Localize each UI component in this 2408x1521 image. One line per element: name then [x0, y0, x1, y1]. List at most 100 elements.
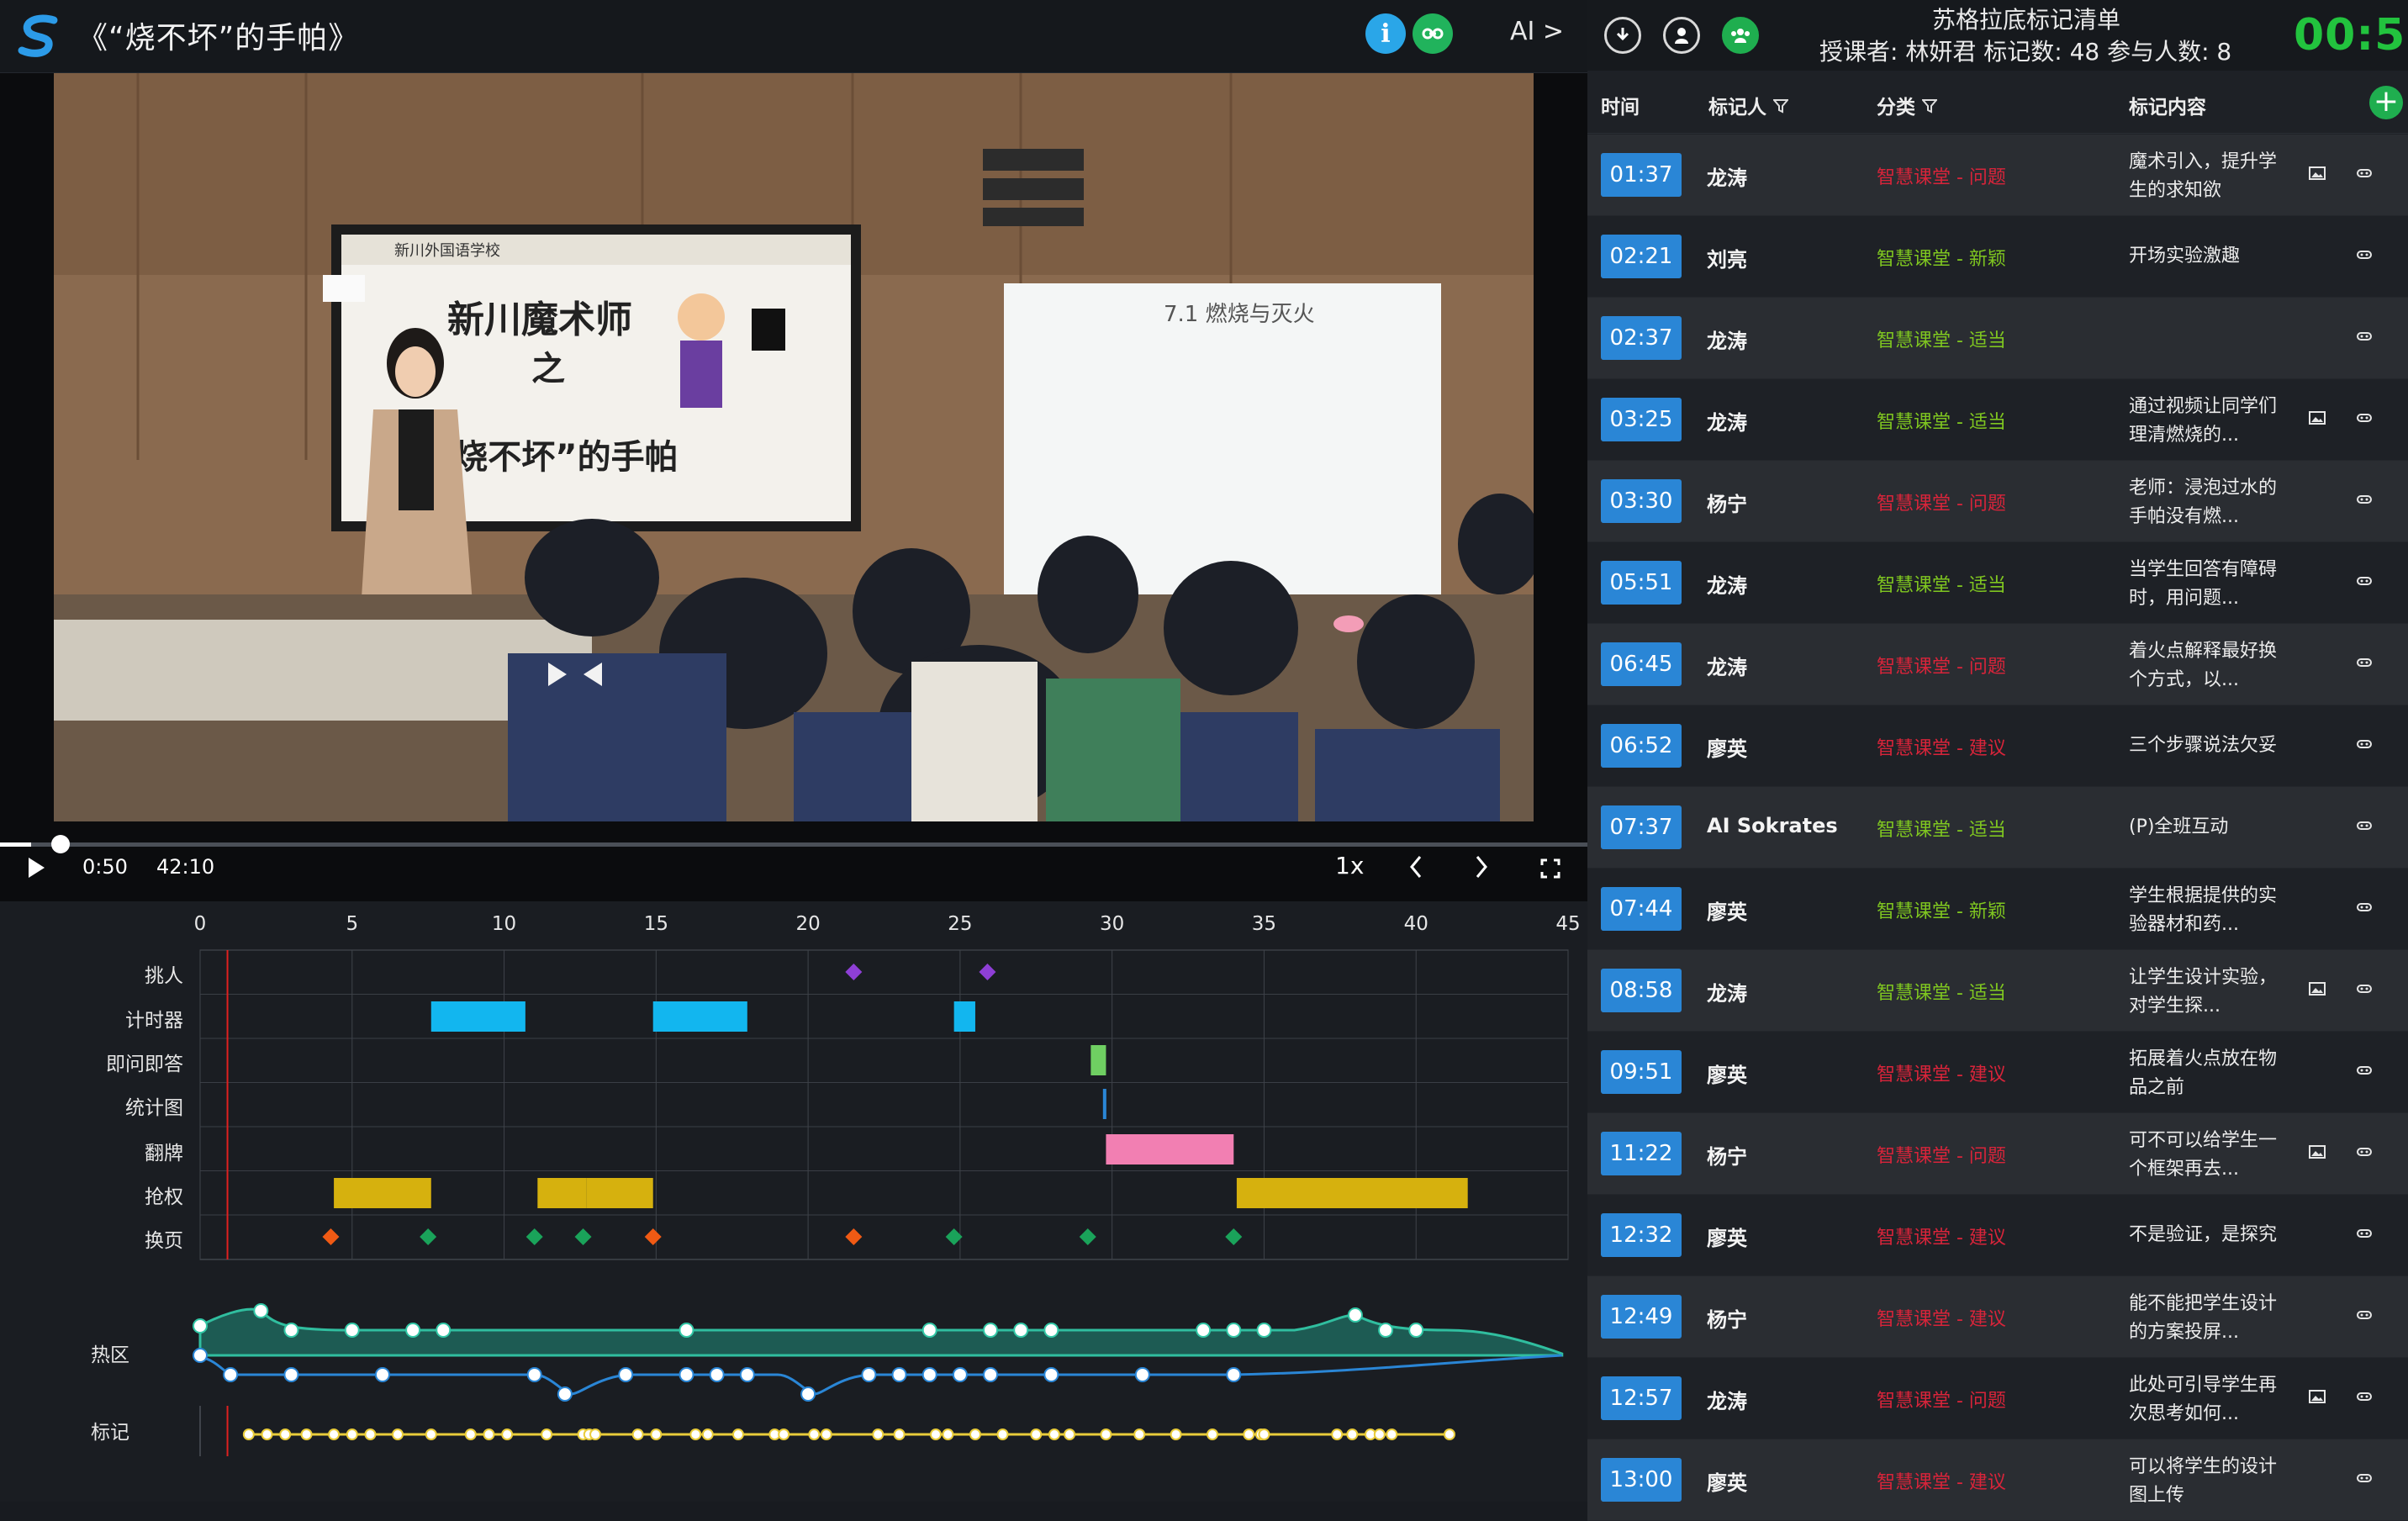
time-badge[interactable]: 11:22	[1601, 1132, 1682, 1175]
image-icon[interactable]	[2309, 1390, 2326, 1403]
time-badge[interactable]: 12:57	[1601, 1376, 1682, 1420]
event-bar	[1090, 1045, 1106, 1075]
time-badge[interactable]: 13:00	[1601, 1458, 1682, 1502]
table-row[interactable]: 03:30 杨宁 智慧课堂 - 问题 老师：浸泡过水的手帕没有燃...	[1587, 461, 2408, 542]
more-icon[interactable]	[2356, 1227, 2373, 1240]
more-icon[interactable]	[2356, 330, 2373, 343]
marker-name: 龙涛	[1707, 411, 1747, 435]
filter-icon[interactable]	[1920, 98, 1939, 114]
category-label: 智慧课堂 - 建议	[1877, 738, 2006, 759]
table-row[interactable]: 05:51 龙涛 智慧课堂 - 适当 当学生回答有障碍时，用问题...	[1587, 542, 2408, 624]
user-button[interactable]	[1663, 17, 1700, 54]
axis-tick-label: 30	[1100, 913, 1124, 935]
col-category[interactable]: 分类	[1877, 91, 1939, 119]
mark-point	[820, 1429, 832, 1440]
timeline-row-label: 计时器	[125, 1010, 183, 1032]
more-icon[interactable]	[2356, 900, 2373, 914]
info-button[interactable]: i	[1365, 13, 1406, 54]
more-icon[interactable]	[2356, 1308, 2373, 1322]
table-row[interactable]: 01:37 龙涛 智慧课堂 - 问题 魔术引入，提升学生的求知欲	[1587, 135, 2408, 216]
more-icon[interactable]	[2356, 656, 2373, 669]
table-row[interactable]: 13:00 廖英 智慧课堂 - 建议 可以将学生的设计图上传	[1587, 1439, 2408, 1521]
video-frame[interactable]: 新川外国语学校 新川魔术师 之 “烧不坏”的手帕 7.1 燃烧与灭火	[54, 73, 1534, 821]
marker-name: 龙涛	[1707, 574, 1747, 598]
more-icon[interactable]	[2356, 493, 2373, 506]
table-row[interactable]: 06:45 龙涛 智慧课堂 - 问题 着火点解释最好换个方式，以...	[1587, 624, 2408, 705]
table-row[interactable]: 03:25 龙涛 智慧课堂 - 适当 通过视频让同学们理清燃烧的...	[1587, 379, 2408, 461]
add-marker-button[interactable]: +	[2369, 86, 2403, 119]
more-icon[interactable]	[2356, 166, 2373, 180]
table-row[interactable]: 07:37 AI Sokrates 智慧课堂 - 适当 (P)全班互动	[1587, 787, 2408, 869]
more-icon[interactable]	[2356, 737, 2373, 751]
table-row[interactable]: 02:37 龙涛 智慧课堂 - 适当	[1587, 298, 2408, 379]
video-player[interactable]: 新川外国语学校 新川魔术师 之 “烧不坏”的手帕 7.1 燃烧与灭火 0:50 …	[0, 73, 1587, 901]
marker-list: 01:37 龙涛 智慧课堂 - 问题 魔术引入，提升学生的求知欲 02:21 刘亮 智慧课堂…	[1587, 135, 2408, 1521]
progress-bar[interactable]	[0, 835, 1587, 853]
more-icon[interactable]	[2356, 1064, 2373, 1077]
marker-name: 龙涛	[1707, 166, 1747, 190]
speed-button[interactable]: 1x	[1335, 852, 1364, 879]
chevron-left-icon[interactable]	[1409, 855, 1423, 879]
marker-content: 拓展着火点放在物品之前	[2129, 1048, 2278, 1098]
col-marker-label: 标记人	[1708, 97, 1766, 119]
heat-point-upper	[1013, 1323, 1029, 1338]
image-icon[interactable]	[2309, 982, 2326, 996]
time-badge[interactable]: 09:51	[1601, 1050, 1682, 1094]
table-row[interactable]: 11:22 杨宁 智慧课堂 - 问题 可不可以给学生一个框架再去...	[1587, 1113, 2408, 1195]
time-badge[interactable]: 06:52	[1601, 724, 1682, 768]
event-timeline: 0 5 10 15 20 25 30 35 40 45 挑人 计时器 即问即答 统计图 翻牌 抢权 换页 热区…	[0, 901, 1587, 1502]
category-label: 智慧课堂 - 建议	[1877, 1228, 2006, 1249]
more-icon[interactable]	[2356, 574, 2373, 588]
more-icon[interactable]	[2356, 248, 2373, 261]
mark-point	[893, 1429, 906, 1440]
time-badge[interactable]: 07:44	[1601, 887, 1682, 931]
time-badge[interactable]: 07:37	[1601, 805, 1682, 849]
more-icon[interactable]	[2356, 982, 2373, 996]
group-button[interactable]	[1722, 17, 1759, 54]
timeline-row-label: 翻牌	[145, 1143, 183, 1165]
more-icon[interactable]	[2356, 1145, 2373, 1159]
table-row[interactable]: 06:52 廖英 智慧课堂 - 建议 三个步骤说法欠妥	[1587, 705, 2408, 787]
image-icon[interactable]	[2309, 1145, 2326, 1159]
table-row[interactable]: 12:57 龙涛 智慧课堂 - 问题 此处可引导学生再次思考如何...	[1587, 1358, 2408, 1439]
time-badge[interactable]: 03:30	[1601, 479, 1682, 523]
table-row[interactable]: 07:44 廖英 智慧课堂 - 新颖 学生根据提供的实验器材和药...	[1587, 869, 2408, 950]
table-row[interactable]: 12:49 杨宁 智慧课堂 - 建议 能不能把学生设计的方案投屏...	[1587, 1276, 2408, 1358]
ai-button[interactable]: AI >	[1510, 17, 1564, 46]
filter-icon[interactable]	[1772, 98, 1790, 114]
mark-point	[1064, 1429, 1076, 1440]
more-icon[interactable]	[2356, 819, 2373, 832]
col-marker[interactable]: 标记人	[1708, 91, 1790, 119]
progress-knob[interactable]	[51, 835, 71, 853]
time-badge[interactable]: 08:58	[1601, 969, 1682, 1012]
mark-point	[1386, 1429, 1398, 1440]
chevron-right-icon[interactable]	[1475, 855, 1488, 879]
image-icon[interactable]	[2309, 166, 2326, 180]
timeline-chart[interactable]: 0 5 10 15 20 25 30 35 40 45	[0, 901, 1587, 1502]
time-badge[interactable]: 06:45	[1601, 642, 1682, 686]
table-row[interactable]: 09:51 廖英 智慧课堂 - 建议 拓展着火点放在物品之前	[1587, 1032, 2408, 1113]
time-badge[interactable]: 02:37	[1601, 316, 1682, 360]
heat-point-upper	[1378, 1323, 1394, 1338]
link-button[interactable]	[1413, 13, 1453, 54]
time-badge[interactable]: 02:21	[1601, 235, 1682, 278]
table-row[interactable]: 12:32 廖英 智慧课堂 - 建议 不是验证，是探究	[1587, 1195, 2408, 1276]
image-icon[interactable]	[2309, 411, 2326, 425]
mark-point	[261, 1429, 273, 1440]
mark-point	[942, 1429, 954, 1440]
time-badge[interactable]: 12:32	[1601, 1213, 1682, 1257]
time-badge[interactable]: 12:49	[1601, 1295, 1682, 1339]
play-icon[interactable]	[27, 857, 45, 879]
table-row[interactable]: 02:21 刘亮 智慧课堂 - 新颖 开场实验激趣	[1587, 216, 2408, 298]
time-badge[interactable]: 01:37	[1601, 153, 1682, 197]
more-icon[interactable]	[2356, 1471, 2373, 1485]
event-bar	[430, 1001, 525, 1032]
heat-point-upper	[1256, 1323, 1272, 1338]
time-badge[interactable]: 03:25	[1601, 398, 1682, 441]
more-icon[interactable]	[2356, 411, 2373, 425]
fullscreen-icon[interactable]	[1540, 858, 1560, 879]
more-icon[interactable]	[2356, 1390, 2373, 1403]
download-button[interactable]	[1604, 17, 1641, 54]
table-row[interactable]: 08:58 龙涛 智慧课堂 - 适当 让学生设计实验，对学生探...	[1587, 950, 2408, 1032]
time-badge[interactable]: 05:51	[1601, 561, 1682, 605]
